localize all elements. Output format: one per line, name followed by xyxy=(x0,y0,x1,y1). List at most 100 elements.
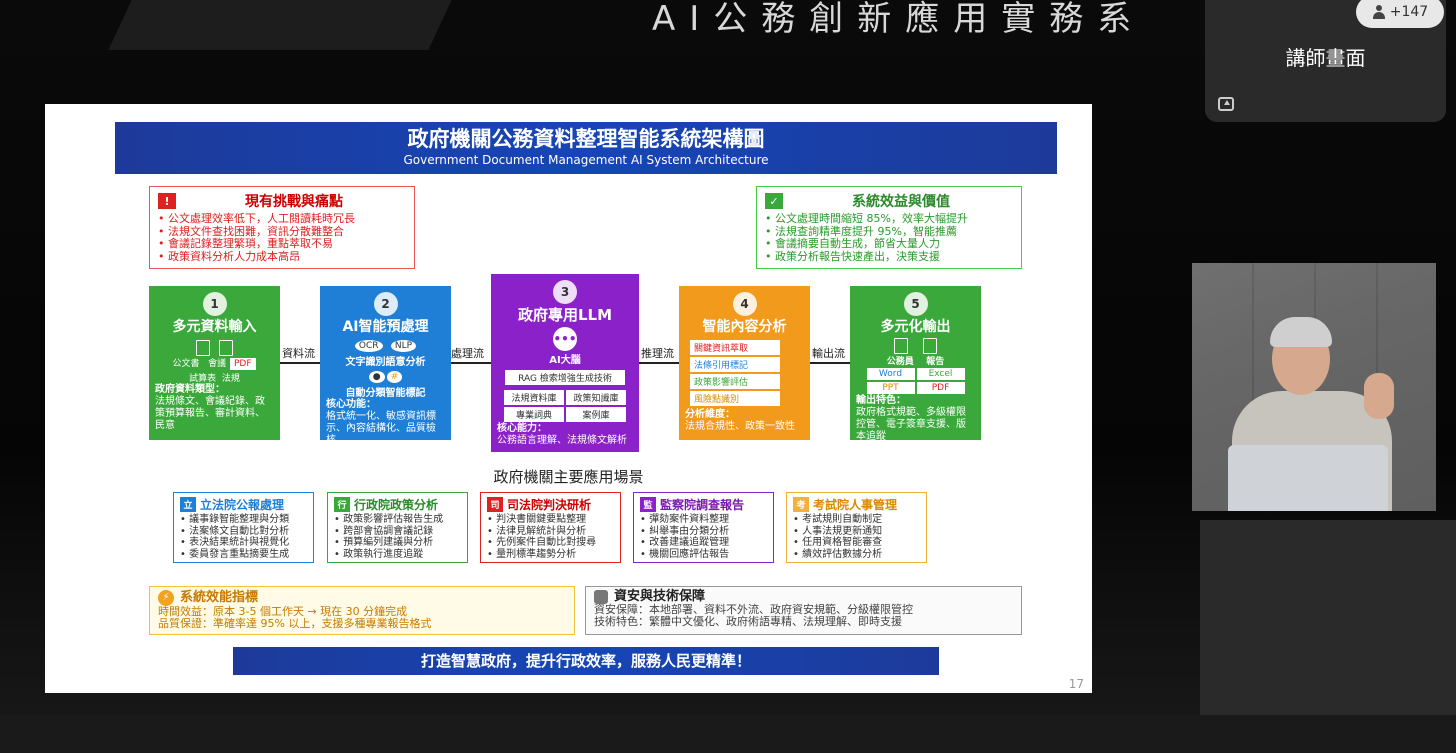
slide-subtitle: Government Document Management AI System… xyxy=(403,153,769,167)
stage-feature: 文字識別語意分析 xyxy=(345,357,426,368)
stage-section-label: 輸出特色： xyxy=(856,395,906,406)
background-shape xyxy=(108,0,452,50)
scene-badge: 立 xyxy=(180,497,196,512)
flow-label: 推理流 xyxy=(641,347,674,360)
stage-number: 3 xyxy=(553,280,577,304)
list-item: 會議摘要自動生成，節省大量人力 xyxy=(765,237,1013,251)
list-item: 彈劾案件資料整理 xyxy=(640,514,767,526)
slide-title: 政府機關公務資料整理智能系統架構圖 xyxy=(407,127,765,151)
expand-icon[interactable] xyxy=(1218,97,1234,111)
ai-brain-icon: ••• xyxy=(553,327,577,351)
security-line: 技術特色：繁體中文優化、政府術語專精、法規理解、即時支援 xyxy=(594,615,902,628)
scene-legislative: 立立法院公報處理 議事錄智能整理與分類 法案條文自動比對分析 表決結果統計與視覺… xyxy=(173,492,314,563)
check-icon: ✓ xyxy=(765,193,783,209)
scene-badge: 考 xyxy=(793,497,809,512)
scene-judicial: 司司法院判決研析 判決書關鍵要點整理 法律見解統計與分析 先例案件自動比對搜尋 … xyxy=(480,492,621,563)
doc-type-label: 會議 xyxy=(208,359,227,369)
document-icon xyxy=(195,340,210,356)
scene-executive: 行行政院政策分析 政策影響評估報告生成 跨部會協調會議記錄 預算編列建議與分析 … xyxy=(327,492,468,563)
flow-arrow xyxy=(639,362,679,364)
slide-page-number: 17 xyxy=(1068,677,1084,691)
speaker-webcam xyxy=(1192,263,1436,511)
scene-control: 監監察院調查報告 彈劾案件資料整理 糾舉事由分類分析 改善建議追蹤管理 機關回應… xyxy=(633,492,774,563)
stage-detail: 格式統一化、敏感資訊標示、內容結構化、品質檢核 xyxy=(326,411,436,446)
user-icon xyxy=(893,338,908,354)
scene-title: 考試院人事管理 xyxy=(813,498,898,512)
list-item: 人事法規更新通知 xyxy=(793,526,920,538)
output-label: 報告 xyxy=(926,357,945,367)
list-item: 政策資料分析人力成本高昂 xyxy=(158,250,406,264)
format-chip: PDF xyxy=(916,382,965,394)
stage-number: 2 xyxy=(373,292,398,316)
metrics-title: 系統效能指標 xyxy=(180,590,259,605)
list-item: 政策分析報告快速產出，決策支援 xyxy=(765,250,1013,264)
knowledge-chip: 案例庫 xyxy=(566,407,626,422)
list-item: 法案條文自動比對分析 xyxy=(180,526,307,538)
laptop xyxy=(1228,445,1388,511)
analysis-item: 政策影響評估 xyxy=(690,374,780,389)
list-item: 委員發言重點摘要生成 xyxy=(180,549,307,561)
scene-badge: 行 xyxy=(334,497,350,512)
monitor-icon xyxy=(219,340,234,356)
stage-name: 政府專用LLM xyxy=(517,306,613,324)
stage-section-label: 核心功能： xyxy=(326,399,376,410)
flow-arrow xyxy=(810,362,850,364)
lock-icon xyxy=(594,590,608,604)
analysis-item: 法條引用標記 xyxy=(690,357,780,372)
stage-number: 4 xyxy=(732,292,757,316)
flow-arrow xyxy=(451,362,491,364)
list-item: 先例案件自動比對搜尋 xyxy=(487,537,614,549)
pdf-icon: PDF xyxy=(229,358,256,370)
slogan-banner: 打造智慧政府，提升行政效率，服務人民更精準！ xyxy=(233,647,939,675)
speaker-hand xyxy=(1364,373,1394,419)
stage-feature: AI大腦 xyxy=(549,355,581,366)
stage-detail: 法規條文、會議紀錄、政策預算報告、審計資料、民意 xyxy=(155,396,265,431)
stage-name: 多元資料輸入 xyxy=(172,319,257,335)
flow-arrow xyxy=(280,362,320,364)
list-item: 判決書關鍵要點整理 xyxy=(487,514,614,526)
pipeline-stage-input: 1 多元資料輸入 公文書 會議 PDF 試算表 法規 政府資料類型： 法規條文、… xyxy=(149,286,280,440)
scene-title: 司法院判決研析 xyxy=(507,498,592,512)
participants-button[interactable]: +147 xyxy=(1356,0,1444,28)
stage-title: AI公務創新應用實務系 xyxy=(652,0,1146,39)
list-item: 糾舉事由分類分析 xyxy=(640,526,767,538)
scene-examination: 考考試院人事管理 考試規則自動制定 人事法規更新通知 任用資格智能審查 績效評估… xyxy=(786,492,927,563)
list-item: 改善建議追蹤管理 xyxy=(640,537,767,549)
doc-type-label: 公文書 xyxy=(172,359,200,369)
list-item: 量刑標準趨勢分析 xyxy=(487,549,614,561)
list-item: 法律見解統計與分析 xyxy=(487,526,614,538)
list-item: 考試規則自動制定 xyxy=(793,514,920,526)
list-item: 會議記錄整理繁瑣，重點萃取不易 xyxy=(158,237,406,251)
background-shape xyxy=(0,715,1456,753)
stage-section-label: 政府資料類型： xyxy=(155,384,225,395)
knowledge-chip: 專業詞典 xyxy=(504,407,564,422)
output-label: 公務員 xyxy=(886,357,914,367)
participants-count: +147 xyxy=(1389,4,1429,20)
rag-chip: RAG 檢索增強生成技術 xyxy=(505,370,625,385)
stage-section-label: 分析維度： xyxy=(685,409,735,420)
analysis-item: 風險點識別 xyxy=(690,391,780,406)
stage-detail: 法規合規性、政策一致性 xyxy=(685,421,795,432)
flow-label: 資料流 xyxy=(282,347,315,360)
list-item: 跨部會協調會議記錄 xyxy=(334,526,461,538)
stage-feature: 自動分類智能標記 xyxy=(345,388,426,399)
knowledge-chip: 政策知識庫 xyxy=(566,390,626,405)
ocr-icon: OCR xyxy=(354,340,383,352)
report-icon xyxy=(923,338,938,354)
doc-type-label: 試算表 xyxy=(189,374,217,384)
pipeline-stage-analysis: 4 智能內容分析 關鍵資訊萃取 法條引用標記 政策影響評估 風險點識別 分析維度… xyxy=(679,286,810,440)
challenges-box: ! 現有挑戰與痛點 公文處理效率低下，人工閱讀耗時冗長 法規文件查找困難，資訊分… xyxy=(149,186,415,269)
stage-number: 5 xyxy=(903,292,928,316)
scene-badge: 司 xyxy=(487,497,503,512)
lightning-icon: ⚡ xyxy=(158,590,174,606)
list-item: 機關回應評估報告 xyxy=(640,549,767,561)
list-item: 公文處理效率低下，人工閱讀耗時冗長 xyxy=(158,212,406,226)
slide-title-banner: 政府機關公務資料整理智能系統架構圖 Government Document Ma… xyxy=(115,122,1057,174)
stage-detail: 政府格式規範、多級權限控管、電子簽章支援、版本追蹤 xyxy=(856,407,966,442)
stage-name: 多元化輸出 xyxy=(880,319,951,335)
benefits-box: ✓ 系統效益與價值 公文處理時間縮短 85%，效率大幅提升 法規查詢精準度提升 … xyxy=(756,186,1022,269)
nlp-icon: NLP xyxy=(390,340,417,352)
stage-number: 1 xyxy=(202,292,227,316)
list-item: 公文處理時間縮短 85%，效率大幅提升 xyxy=(765,212,1013,226)
presentation-slide: 政府機關公務資料整理智能系統架構圖 Government Document Ma… xyxy=(45,104,1092,693)
